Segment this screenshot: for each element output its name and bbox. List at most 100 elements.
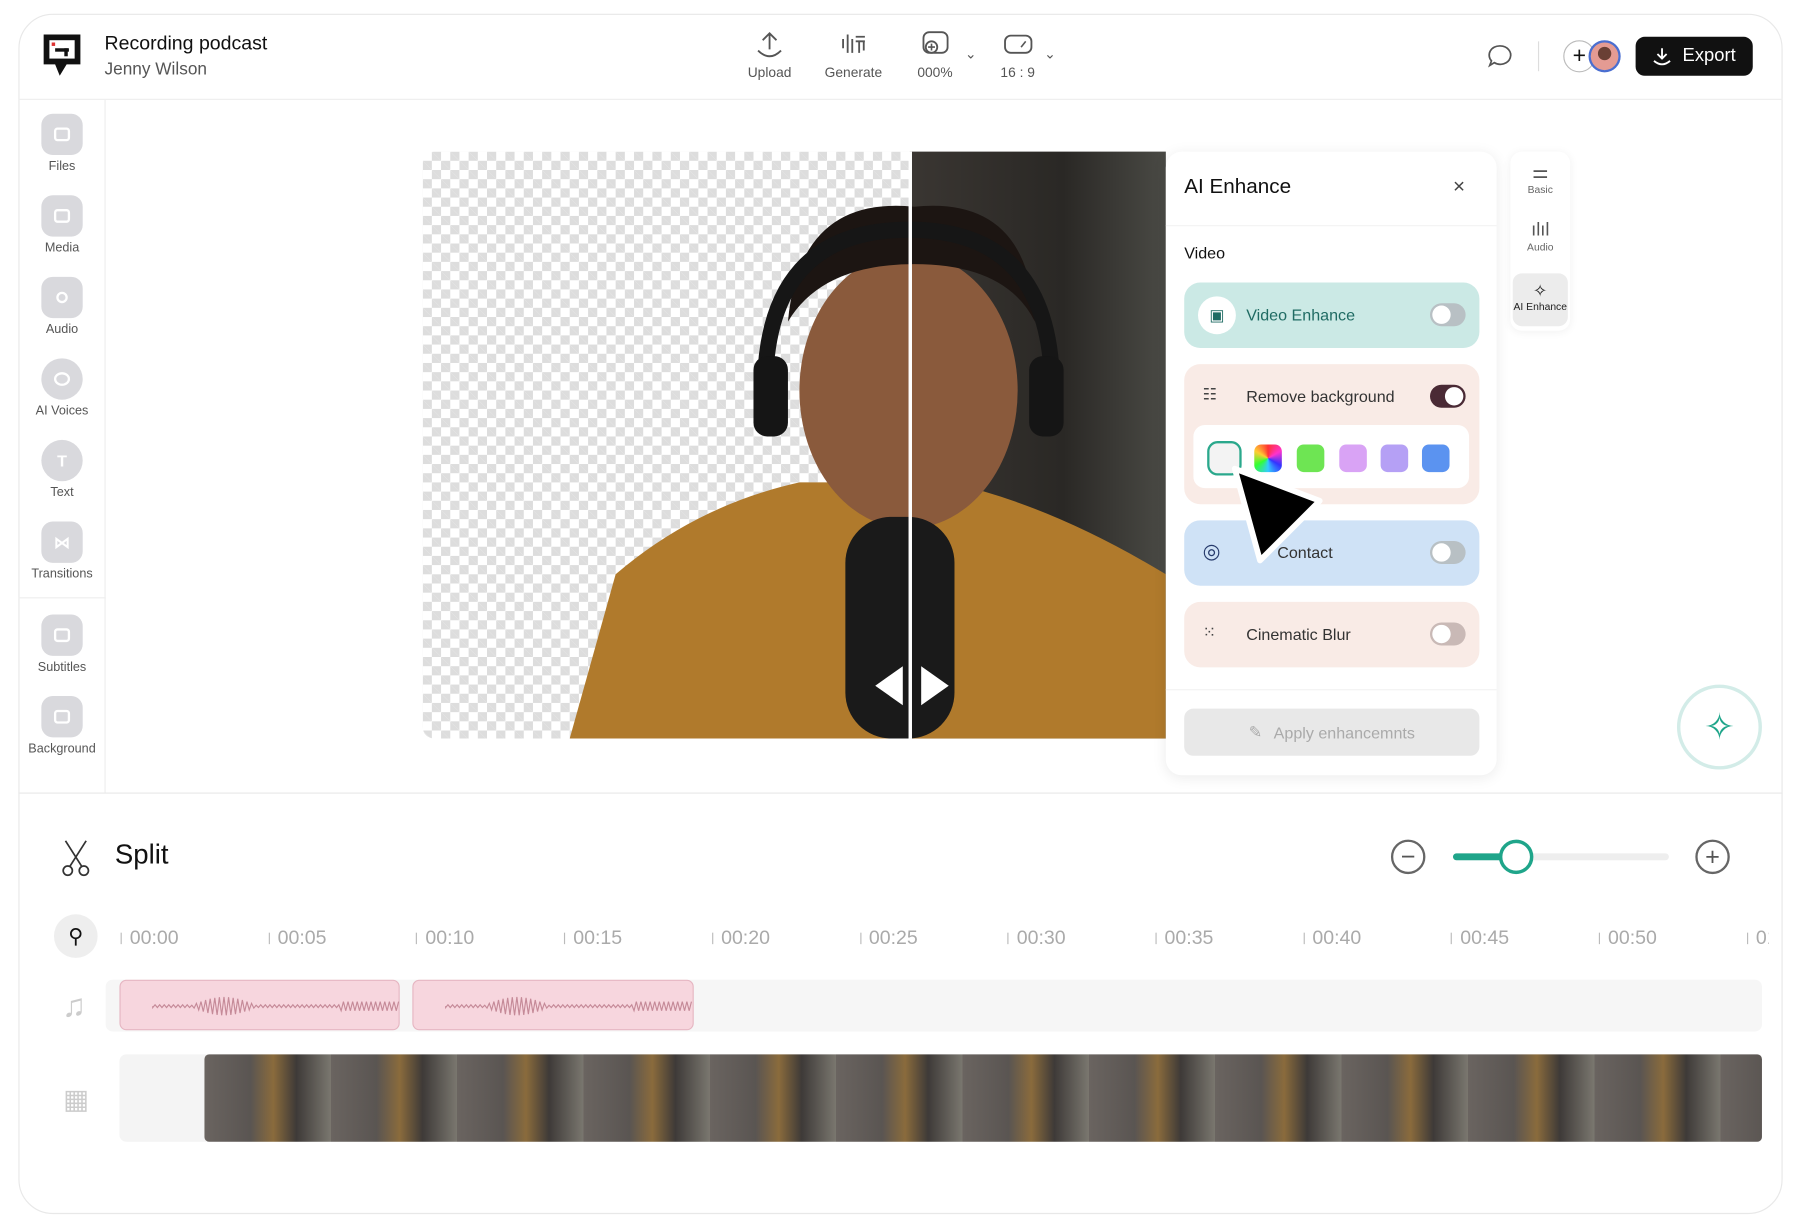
panel-divider [1165, 689, 1497, 691]
upload-label: Upload [747, 64, 792, 81]
audio-clip[interactable] [119, 979, 400, 1031]
compare-divider[interactable] [908, 151, 912, 739]
person-preview-image [569, 205, 1166, 739]
zoom-out-button[interactable]: − [1390, 839, 1426, 875]
sidebar-item-label: Text [50, 485, 74, 500]
remove-background-icon: ☷ [1202, 384, 1218, 404]
split-tool-label[interactable]: Split [115, 840, 169, 872]
eye-contact-icon: ◎ [1202, 539, 1221, 563]
music-icon [41, 276, 83, 319]
playhead-marker-button[interactable]: ⚲ [53, 914, 98, 958]
magic-wand-icon: ✎ [1248, 722, 1263, 741]
cinematic-blur-toggle[interactable] [1430, 622, 1466, 646]
export-button[interactable]: Export [1635, 36, 1753, 76]
properties-tabs: ⚌ Basic ılıl Audio ✧ AI Enhance [1510, 151, 1571, 331]
swatch-blue[interactable] [1421, 444, 1450, 473]
sidebar-item-text[interactable]: T Text [18, 439, 105, 500]
waveform [152, 996, 400, 1016]
image-icon [41, 195, 83, 237]
sidebar-item-label: Media [44, 241, 80, 255]
upload-icon [757, 32, 782, 58]
sidebar-item-label: Subtitles [37, 660, 87, 675]
sidebar-item-label: AI Voices [35, 404, 89, 419]
tab-basic[interactable]: ⚌ Basic [1510, 161, 1570, 195]
sidebar-item-background[interactable]: Background [18, 696, 105, 756]
swatch-lavender[interactable] [1380, 444, 1409, 473]
music-track-icon: ♫ [62, 987, 87, 1024]
panel-divider [1165, 225, 1497, 227]
header-divider [18, 98, 1783, 100]
folder-icon [41, 113, 83, 156]
sparkle-icon: ✧ [1704, 706, 1735, 748]
export-label: Export [1682, 45, 1736, 66]
sidebar-item-media[interactable]: Media [18, 195, 105, 255]
scissors-icon [62, 840, 90, 877]
cinematic-blur-option[interactable]: ⁙ Cinematic Blur [1184, 601, 1480, 668]
text-icon: T [41, 439, 83, 482]
transitions-icon: ⋈ [41, 521, 83, 563]
video-enhance-option[interactable]: ▣ Video Enhance [1184, 282, 1480, 349]
aspect-ratio-icon [1004, 34, 1033, 54]
aspect-ratio-label: 16 : 9 [1000, 64, 1035, 81]
section-label: Video [1184, 243, 1226, 262]
waveform-icon: ılıl [1531, 220, 1550, 241]
zoom-icon [922, 31, 949, 54]
generate-button[interactable]: Generate [819, 30, 888, 81]
background-icon [41, 696, 83, 738]
tab-ai-enhance[interactable]: ✧ AI Enhance [1512, 273, 1568, 327]
comment-icon[interactable] [1486, 42, 1514, 70]
aspect-ratio-dropdown[interactable]: 16 : 9 [992, 30, 1043, 81]
sidebar-item-label: Audio [45, 322, 79, 337]
upload-button[interactable]: Upload [741, 30, 798, 81]
video-track-icon: ▦ [63, 1084, 90, 1116]
marker-icon: ⚲ [68, 924, 84, 948]
apply-enhancements-button[interactable]: ✎ Apply enhancemnts [1184, 708, 1480, 756]
cinematic-blur-icon: ⁙ [1202, 622, 1217, 641]
remove-background-toggle[interactable] [1430, 384, 1466, 408]
avatar[interactable] [1588, 40, 1621, 73]
subtitles-icon [41, 614, 83, 656]
chevron-down-icon[interactable]: ⌄ [965, 46, 977, 62]
panel-title: AI Enhance [1184, 174, 1292, 198]
sidebar-item-ai-voices[interactable]: AI Voices [18, 358, 105, 418]
project-title: Recording podcast [104, 32, 268, 54]
sidebar-item-subtitles[interactable]: Subtitles [18, 614, 105, 675]
header-divider [1537, 41, 1540, 72]
contact-toggle[interactable] [1430, 540, 1466, 564]
tab-audio[interactable]: ılıl Audio [1510, 221, 1570, 253]
sidebar: Files Media Audio AI Voices T Text ⋈ Trans… [18, 99, 106, 793]
audio-clip[interactable] [412, 979, 694, 1031]
slider-thumb[interactable] [1498, 839, 1533, 875]
project-owner: Jenny Wilson [104, 59, 207, 80]
sidebar-item-label: Background [28, 741, 96, 756]
timeline-divider [18, 792, 1783, 794]
tab-label: Audio [1527, 241, 1554, 253]
video-enhance-toggle[interactable] [1430, 303, 1466, 327]
compare-handle-icon[interactable] [873, 664, 951, 708]
apply-label: Apply enhancemnts [1273, 723, 1415, 742]
close-icon[interactable]: × [1453, 175, 1465, 199]
option-label: Remove background [1246, 387, 1395, 406]
tab-label: AI Enhance [1513, 300, 1567, 313]
generate-label: Generate [824, 64, 883, 81]
timeline-zoom-slider[interactable] [1452, 853, 1669, 861]
zoom-dropdown[interactable]: 000% [907, 30, 962, 80]
chevron-down-icon[interactable]: ⌄ [1044, 46, 1056, 62]
sidebar-item-transitions[interactable]: ⋈ Transitions [18, 521, 105, 581]
ai-assistant-button[interactable]: ✧ [1676, 684, 1762, 770]
option-label: Video Enhance [1246, 305, 1356, 324]
sliders-icon: ⚌ [1532, 163, 1549, 183]
voice-icon [41, 358, 83, 400]
generate-icon [842, 34, 865, 53]
video-clip-thumbnails[interactable] [204, 1054, 1762, 1142]
sidebar-item-label: Transitions [31, 567, 93, 582]
tab-label: Basic [1527, 183, 1553, 196]
sparkle-icon: ✧ [1533, 281, 1548, 301]
sidebar-divider [18, 597, 106, 599]
option-label: Cinematic Blur [1246, 624, 1351, 644]
swatch-pink-purple[interactable] [1339, 444, 1367, 473]
sidebar-item-files[interactable]: Files [18, 113, 105, 173]
sidebar-item-audio[interactable]: Audio [18, 276, 105, 337]
app-logo-icon [43, 34, 81, 76]
zoom-in-button[interactable]: + [1695, 839, 1730, 875]
